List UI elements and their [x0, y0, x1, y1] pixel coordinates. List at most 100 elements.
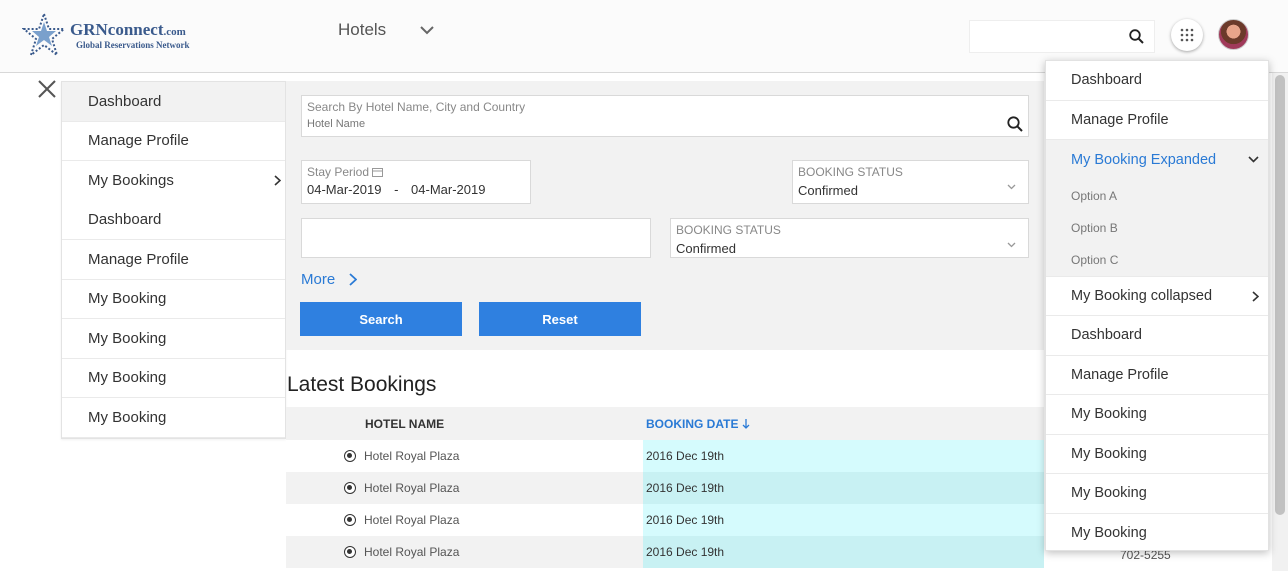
table-row[interactable]: Hotel Royal Plaza 2016 Dec 19th: [286, 472, 1044, 504]
side-menu-item-label: My Booking: [88, 290, 167, 308]
dropdown-item-my-booking[interactable]: My Booking: [1046, 435, 1268, 474]
user-avatar[interactable]: [1218, 19, 1249, 50]
search-button[interactable]: Search: [300, 302, 462, 336]
side-menu-item-my-booking[interactable]: My Booking: [62, 319, 285, 359]
dropdown-item-dashboard-2[interactable]: Dashboard: [1046, 316, 1268, 356]
dropdown-item-label: My Booking: [1071, 406, 1147, 423]
side-menu-item-label: Manage Profile: [88, 250, 189, 268]
table-row[interactable]: Hotel Royal Plaza 2016 Dec 19th: [286, 504, 1044, 536]
top-search-input[interactable]: [969, 20, 1155, 53]
more-filters-link[interactable]: More: [301, 271, 358, 288]
booking-date-cell: 2016 Dec 19th: [643, 536, 1044, 568]
more-label: More: [301, 271, 336, 288]
side-menu-item-my-booking[interactable]: My Booking: [62, 398, 285, 438]
booking-status-select-2[interactable]: BOOKING STATUS Confirmed: [670, 218, 1029, 258]
hotel-search-value: Hotel Name: [307, 118, 366, 130]
calendar-icon: [372, 168, 384, 177]
hotel-name-cell: Hotel Royal Plaza: [364, 513, 460, 527]
column-header-hotel[interactable]: HOTEL NAME: [365, 417, 444, 431]
booking-status-value: Confirmed: [798, 183, 858, 198]
dropdown-item-my-booking-collapsed[interactable]: My Booking collapsed: [1046, 277, 1268, 316]
dropdown-option-c[interactable]: Option C: [1046, 244, 1268, 276]
dropdown-item-manage-profile-2[interactable]: Manage Profile: [1046, 356, 1268, 395]
product-select[interactable]: Hotels: [338, 20, 434, 40]
hotel-search-field[interactable]: Search By Hotel Name, City and Country H…: [301, 95, 1029, 137]
scrollbar-thumb[interactable]: [1275, 75, 1285, 515]
dropdown-item-label: Manage Profile: [1071, 111, 1169, 128]
side-menu-item-my-booking[interactable]: My Booking: [62, 359, 285, 398]
chevron-down-icon: [1007, 184, 1016, 190]
booking-status-select[interactable]: BOOKING STATUS Confirmed: [792, 160, 1029, 204]
side-menu-item-label: Manage Profile: [88, 132, 189, 150]
booking-date-cell: 2016 Dec 19th: [643, 504, 1044, 536]
booking-date-cell: 2016 Dec 19th: [643, 472, 1044, 504]
booking-date-cell: 2016 Dec 19th: [643, 440, 1044, 472]
row-radio[interactable]: [344, 450, 356, 462]
side-menu-item-my-booking[interactable]: My Booking: [62, 280, 285, 319]
dropdown-item-my-booking-expanded[interactable]: My Booking Expanded: [1046, 140, 1268, 180]
side-menu-item-label: My Booking: [88, 369, 167, 387]
dropdown-item-dashboard[interactable]: Dashboard: [1046, 61, 1268, 101]
chevron-right-icon: [274, 175, 281, 186]
chevron-down-icon: [1248, 156, 1259, 163]
stay-period-label: Stay Period: [307, 165, 384, 179]
page-scrollbar[interactable]: [1272, 73, 1288, 571]
search-icon[interactable]: [1129, 29, 1144, 44]
side-menu-item-label: My Booking: [88, 408, 167, 426]
dropdown-item-manage-profile[interactable]: Manage Profile: [1046, 101, 1268, 140]
apps-grid-button[interactable]: [1171, 19, 1203, 51]
dropdown-item-label: Manage Profile: [1071, 366, 1169, 383]
dropdown-item-label: My Booking: [1071, 445, 1147, 462]
side-menu-item-manage-profile-2[interactable]: Manage Profile: [62, 240, 285, 280]
side-menu-item-label: My Booking: [88, 329, 167, 347]
dropdown-item-label: Dashboard: [1071, 327, 1142, 344]
side-menu-item-label: My Bookings: [88, 172, 174, 190]
chevron-right-icon: [1252, 290, 1259, 302]
star-logo-icon: [21, 10, 67, 58]
dropdown-option-b[interactable]: Option B: [1046, 212, 1268, 244]
search-filter-panel: Search By Hotel Name, City and Country H…: [286, 81, 1044, 350]
logo-tagline: Global Reservations Network: [76, 40, 190, 50]
blank-input-field[interactable]: [301, 218, 651, 258]
hotel-name-cell: Hotel Royal Plaza: [364, 481, 460, 495]
dropdown-item-my-booking[interactable]: My Booking: [1046, 395, 1268, 435]
dropdown-item-label: My Booking: [1071, 485, 1147, 502]
chevron-down-icon: [1007, 242, 1016, 248]
close-icon[interactable]: [36, 78, 58, 100]
table-row[interactable]: Hotel Royal Plaza 2016 Dec 19th: [286, 440, 1044, 472]
side-menu-item-manage-profile[interactable]: Manage Profile: [62, 122, 285, 161]
reset-button[interactable]: Reset: [479, 302, 641, 336]
hotel-search-label: Search By Hotel Name, City and Country: [307, 100, 526, 114]
apps-dropdown-menu: Dashboard Manage Profile My Booking Expa…: [1045, 60, 1269, 551]
booking-status-label: BOOKING STATUS: [676, 223, 781, 237]
apps-grid-icon: [1180, 28, 1194, 42]
chevron-right-icon: [349, 273, 358, 286]
side-menu: Dashboard Manage Profile My Bookings Das…: [61, 81, 286, 439]
search-icon[interactable]: [1007, 116, 1023, 132]
stay-period-field[interactable]: Stay Period 04-Mar-2019 - 04-Mar-2019: [301, 160, 531, 204]
column-header-booking-date[interactable]: BOOKING DATE: [646, 417, 750, 431]
side-menu-item-label: Dashboard: [88, 92, 162, 110]
product-select-value: Hotels: [338, 20, 387, 39]
stay-period-value: 04-Mar-2019 - 04-Mar-2019: [307, 182, 486, 197]
hotel-name-cell: Hotel Royal Plaza: [364, 545, 460, 559]
side-menu-item-my-bookings[interactable]: My Bookings: [62, 161, 285, 201]
side-menu-item-dashboard[interactable]: Dashboard: [62, 82, 285, 122]
hotel-name-cell: Hotel Royal Plaza: [364, 449, 460, 463]
dropdown-item-label: Dashboard: [1071, 72, 1142, 89]
latest-bookings-title: Latest Bookings: [287, 373, 437, 396]
booking-status-value: Confirmed: [676, 241, 736, 256]
row-radio[interactable]: [344, 482, 356, 494]
dropdown-item-label: My Booking collapsed: [1071, 287, 1213, 304]
logo-wordmark: GRNconnect.com: [70, 20, 186, 39]
bookings-table-header: HOTEL NAME BOOKING DATE: [286, 407, 1044, 440]
dropdown-option-a[interactable]: Option A: [1046, 180, 1268, 212]
dropdown-item-my-booking[interactable]: My Booking: [1046, 514, 1268, 551]
side-menu-item-dashboard-2[interactable]: Dashboard: [62, 201, 285, 240]
row-radio[interactable]: [344, 514, 356, 526]
grn-logo[interactable]: GRNconnect.com Global Reservations Netwo…: [21, 10, 202, 60]
row-radio[interactable]: [344, 546, 356, 558]
dropdown-item-label: My Booking: [1071, 525, 1147, 542]
table-row[interactable]: Hotel Royal Plaza 2016 Dec 19th: [286, 536, 1044, 568]
dropdown-item-my-booking[interactable]: My Booking: [1046, 474, 1268, 514]
